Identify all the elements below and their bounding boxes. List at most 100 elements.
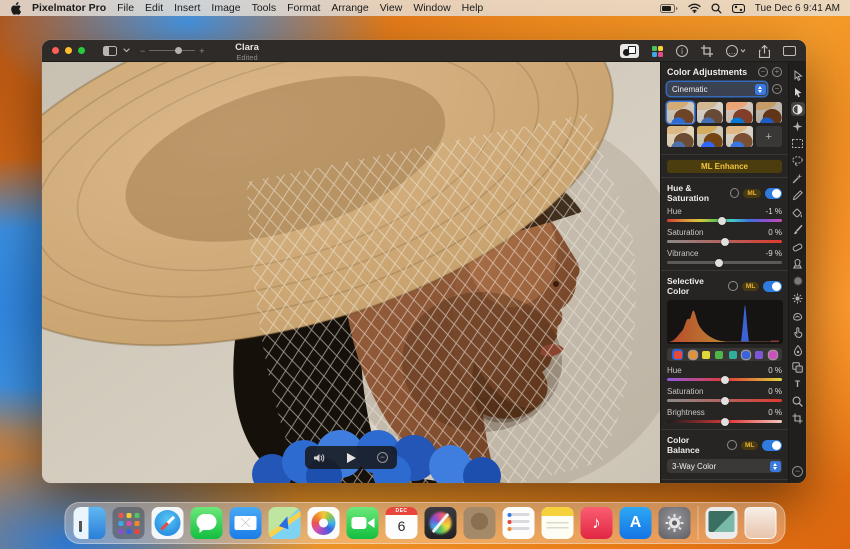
swatch-blue[interactable]	[742, 351, 750, 359]
selective-brightness-slider[interactable]	[667, 420, 782, 423]
volume-icon[interactable]	[314, 453, 325, 463]
color-adjustments-tool[interactable]	[791, 102, 805, 116]
control-center-icon[interactable]	[732, 4, 745, 13]
dock-appstore-icon[interactable]: A	[620, 507, 652, 539]
menu-tools[interactable]: Tools	[252, 2, 277, 14]
preset-select[interactable]: Cinematic	[667, 82, 767, 96]
dock-reminders-icon[interactable]	[503, 507, 535, 539]
menu-app-name[interactable]: Pixelmator Pro	[32, 2, 106, 14]
dock-finder-icon[interactable]	[74, 507, 106, 539]
type-tool[interactable]: T	[791, 377, 805, 391]
color-balance-mode-select[interactable]: 3-Way Color	[667, 459, 782, 473]
fill-tool[interactable]	[791, 206, 805, 220]
dock-photos-icon[interactable]	[308, 507, 340, 539]
menu-clock[interactable]: Tue Dec 6 9:41 AM	[755, 3, 840, 14]
quick-select-tool[interactable]	[791, 171, 805, 185]
trim-icon[interactable]: −	[377, 452, 388, 463]
preset-thumb[interactable]	[697, 102, 724, 123]
menu-help[interactable]: Help	[462, 2, 484, 14]
swatch-yellow[interactable]	[702, 351, 710, 359]
menu-view[interactable]: View	[380, 2, 403, 14]
hue-slider[interactable]	[667, 219, 782, 222]
crop-tool[interactable]	[791, 412, 805, 426]
reset-section-icon[interactable]	[728, 281, 737, 291]
zoom-tool[interactable]	[791, 395, 805, 409]
rect-select-tool[interactable]	[791, 137, 805, 151]
selective-color-toggle[interactable]	[763, 281, 782, 292]
dock-maps-icon[interactable]	[269, 507, 301, 539]
chevron-down-icon[interactable]	[123, 48, 130, 53]
dock-safari-icon[interactable]	[152, 507, 184, 539]
lasso-select-tool[interactable]	[791, 154, 805, 168]
smudge-tool[interactable]	[791, 309, 805, 323]
effects-toolbar-button[interactable]	[652, 46, 663, 57]
pen-tool[interactable]	[791, 343, 805, 357]
info-toolbar-button[interactable]: i	[676, 45, 688, 57]
menu-insert[interactable]: Insert	[174, 2, 200, 14]
dock-notes-icon[interactable]	[542, 507, 574, 539]
more-tools-button[interactable]: −	[791, 464, 805, 478]
blur-tool[interactable]	[791, 274, 805, 288]
clone-tool[interactable]	[791, 257, 805, 271]
vibrance-slider[interactable]	[667, 261, 782, 264]
add-preset-button[interactable]: +	[756, 126, 783, 147]
hue-saturation-toggle[interactable]	[765, 188, 782, 199]
slider-thumb[interactable]	[715, 259, 723, 267]
zoom-slider-knob[interactable]	[175, 47, 182, 54]
color-adjustments-toolbar-button[interactable]	[620, 44, 639, 58]
slider-thumb[interactable]	[721, 397, 729, 405]
menu-file[interactable]: File	[117, 2, 134, 14]
dock-mail-icon[interactable]	[230, 507, 262, 539]
ml-enhance-button[interactable]: ML Enhance	[667, 160, 782, 173]
zoom-out-icon[interactable]: −	[140, 46, 145, 56]
reset-section-icon[interactable]	[727, 440, 737, 450]
apple-menu-icon[interactable]	[10, 2, 21, 15]
selective-hue-slider[interactable]	[667, 378, 782, 381]
reset-section-icon[interactable]	[730, 188, 739, 198]
arrange-tool[interactable]	[791, 85, 805, 99]
swatch-red-selected[interactable]	[672, 349, 683, 360]
dock-contacts-icon[interactable]	[464, 507, 496, 539]
swatch-magenta[interactable]	[769, 351, 777, 359]
saturation-slider[interactable]	[667, 240, 782, 243]
play-icon[interactable]	[347, 453, 356, 463]
preset-thumb[interactable]	[667, 126, 694, 147]
search-icon[interactable]	[711, 3, 722, 14]
slider-thumb[interactable]	[721, 418, 729, 426]
effects-tool[interactable]	[791, 120, 805, 134]
slider-thumb[interactable]	[721, 376, 729, 384]
move-tool[interactable]	[791, 68, 805, 82]
add-adjustment-icon[interactable]: +	[772, 67, 782, 77]
crop-toolbar-button[interactable]	[701, 45, 713, 57]
preset-thumb[interactable]	[697, 126, 724, 147]
swatch-green[interactable]	[715, 351, 723, 359]
swatch-purple[interactable]	[755, 351, 763, 359]
wifi-icon[interactable]	[688, 3, 701, 13]
more-toolbar-button[interactable]: …	[726, 45, 746, 57]
title-bar[interactable]: − + Clara Edited i …	[42, 40, 806, 62]
dock-launchpad-icon[interactable]	[113, 507, 145, 539]
shape-tool[interactable]	[791, 360, 805, 374]
preset-thumb[interactable]	[726, 126, 753, 147]
remove-preset-icon[interactable]: −	[772, 84, 782, 94]
dock-calendar-icon[interactable]: DEC 6	[386, 507, 418, 539]
slider-thumb[interactable]	[718, 217, 726, 225]
preset-thumb-selected[interactable]	[667, 102, 694, 123]
menu-image[interactable]: Image	[211, 2, 240, 14]
dock-music-icon[interactable]: ♪	[581, 507, 613, 539]
sharpen-tool[interactable]	[791, 291, 805, 305]
dock-facetime-icon[interactable]	[347, 507, 379, 539]
minimize-button[interactable]	[65, 47, 72, 54]
menu-format[interactable]: Format	[287, 2, 320, 14]
close-button[interactable]	[52, 47, 59, 54]
share-toolbar-button[interactable]	[759, 45, 770, 58]
menu-arrange[interactable]: Arrange	[331, 2, 368, 14]
warp-tool[interactable]	[791, 326, 805, 340]
dock-trash-icon[interactable]	[745, 507, 777, 539]
menu-window[interactable]: Window	[413, 2, 450, 14]
canvas-toolbar-button[interactable]	[783, 46, 796, 56]
erase-tool[interactable]	[791, 240, 805, 254]
draw-tool[interactable]	[791, 188, 805, 202]
battery-icon[interactable]	[660, 4, 678, 13]
swatch-orange[interactable]	[689, 351, 697, 359]
